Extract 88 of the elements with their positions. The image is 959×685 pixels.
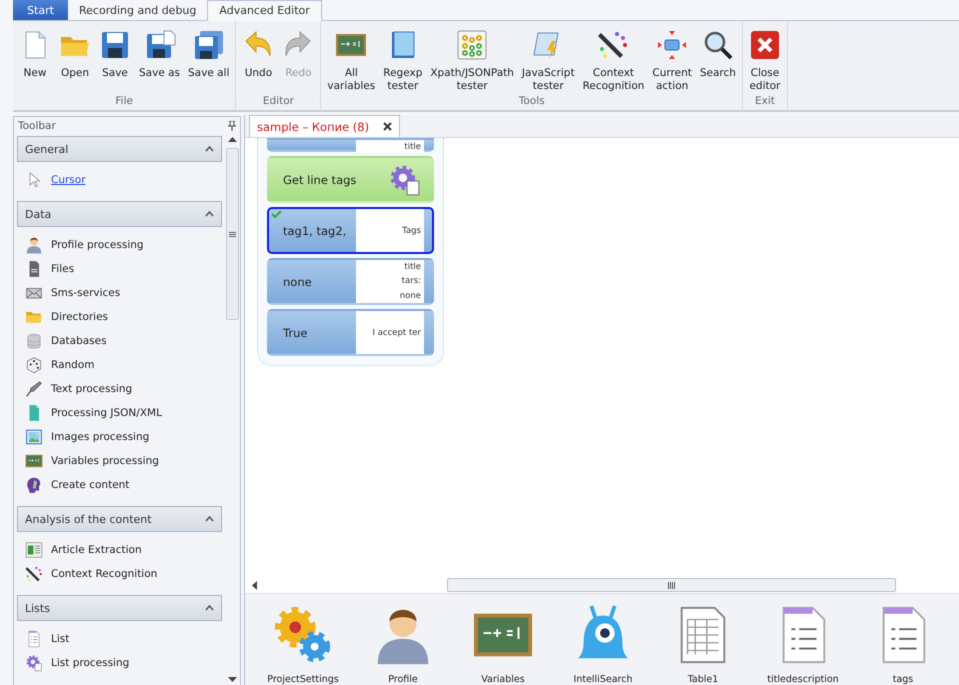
palette-item[interactable]: ProjectSettings	[253, 594, 353, 685]
palette-item[interactable]: IntelliSearch	[553, 594, 653, 685]
toolbox-item[interactable]: Create content	[51, 479, 130, 491]
section-header[interactable]: Analysis of the content	[17, 506, 222, 532]
section-header[interactable]: Lists	[17, 595, 222, 621]
toolbox-item[interactable]: List	[51, 633, 70, 645]
ribbon-button[interactable]: Save	[95, 27, 135, 95]
ribbon-button[interactable]: Search	[696, 27, 740, 95]
block-label: True	[282, 326, 308, 340]
database-icon	[25, 332, 43, 350]
block-label: Get line tags	[282, 172, 358, 186]
article-icon	[25, 541, 43, 559]
preview-text: none	[400, 290, 421, 301]
panel-title: Toolbar	[18, 120, 56, 132]
toolbox-item[interactable]: Profile processing	[51, 239, 144, 251]
palette-item[interactable]: tags	[853, 594, 953, 685]
dice-icon	[25, 356, 43, 374]
toolbox-item[interactable]: Article Extraction	[51, 544, 142, 556]
horizontal-scrollbar[interactable]	[447, 578, 896, 592]
scroll-left-icon[interactable]	[251, 580, 257, 590]
preview-text: I accept ter	[372, 328, 421, 338]
ribbon-tab[interactable]: Advanced Editor	[207, 0, 322, 21]
close-icon	[748, 29, 781, 61]
ribbon-button[interactable]: Save all	[184, 27, 234, 95]
pen-nib-icon	[25, 380, 43, 398]
toolbox-item[interactable]: Text processing	[51, 383, 132, 395]
ribbon-tab[interactable]: Recording and debug	[68, 0, 208, 20]
ribbon-button[interactable]: Undo	[238, 27, 278, 95]
grip-icon	[229, 232, 236, 236]
pencil-icon	[597, 29, 630, 61]
toolbox-item[interactable]: Sms-services	[51, 287, 120, 299]
toolbox-item[interactable]: Variables processing	[51, 455, 159, 467]
toolbox-item[interactable]: Images processing	[51, 431, 150, 443]
preview-text: Tags	[402, 226, 421, 236]
chalkboard-icon	[25, 452, 43, 470]
ribbon-button[interactable]: Open	[55, 27, 95, 95]
picture-icon	[25, 428, 43, 446]
ribbon-button[interactable]: JavaScript tester	[518, 27, 579, 95]
ribbon-button[interactable]: All variables	[323, 27, 380, 95]
toolbox-item[interactable]: Random	[51, 359, 94, 371]
person-icon	[25, 236, 43, 254]
toolbox-item[interactable]: Processing JSON/XML	[51, 407, 162, 419]
preview-text: title	[404, 142, 421, 152]
pencil-icon	[25, 565, 43, 583]
ribbon-button[interactable]: Close editor	[744, 27, 785, 95]
ribbon-button[interactable]: Save as	[135, 27, 184, 95]
palette-item[interactable]: Profile	[353, 594, 453, 685]
document-tab[interactable]: sample – Копие (8)	[249, 115, 400, 137]
ribbon-button[interactable]: Current action	[648, 27, 696, 95]
palette-item[interactable]: titledescription	[753, 594, 853, 685]
toolbox-item[interactable]: Files	[51, 263, 74, 275]
section-header[interactable]: General	[17, 136, 222, 162]
vertical-scrollbar[interactable]	[226, 148, 239, 320]
toolbox-item[interactable]: Directories	[51, 311, 108, 323]
group-label: Exit	[754, 95, 775, 109]
palette-item[interactable]: Table1	[653, 594, 753, 685]
flow-block[interactable]: title	[267, 138, 434, 152]
head-icon	[25, 476, 43, 494]
preview-text: title	[404, 262, 421, 272]
toolbox-item[interactable]: Databases	[51, 335, 107, 347]
close-icon[interactable]	[383, 122, 392, 131]
toolbox-item[interactable]: List processing	[51, 657, 130, 669]
flow-block[interactable]: tag1, tag2, Tags	[267, 207, 434, 254]
preview-text: tars:	[402, 276, 421, 286]
ribbon-button[interactable]: Context Recognition	[578, 27, 648, 95]
block-label: none	[282, 274, 313, 288]
floppy-disks-icon	[192, 29, 225, 61]
target-frame-icon	[656, 29, 688, 61]
group-label: Tools	[518, 95, 545, 109]
ribbon-button[interactable]: Xpath/JSONPath tester	[426, 27, 518, 95]
flow-block[interactable]: none title tars: none	[267, 258, 434, 305]
flow-block[interactable]: True I accept ter	[267, 309, 434, 356]
gear-icon	[388, 162, 422, 196]
pin-icon[interactable]	[228, 121, 236, 131]
toolbox-link[interactable]: Cursor	[51, 174, 86, 186]
section-header[interactable]: Data	[17, 201, 222, 227]
ribbon-tab[interactable]: Start	[13, 0, 68, 20]
ribbon-button[interactable]: New	[15, 27, 55, 95]
dot-grid-icon	[456, 29, 488, 61]
gear-icon	[25, 654, 43, 672]
group-label: File	[115, 95, 133, 109]
toolbox-item[interactable]: Context Recognition	[51, 568, 158, 580]
block-label: tag1, tag2,	[282, 224, 348, 238]
grip-icon	[668, 582, 675, 588]
ribbon-button[interactable]: Regexp tester	[379, 27, 426, 95]
flow-block[interactable]: Get line tags	[267, 156, 434, 203]
group-label: Editor	[262, 95, 294, 109]
palette-item[interactable]: Variables	[453, 594, 553, 685]
